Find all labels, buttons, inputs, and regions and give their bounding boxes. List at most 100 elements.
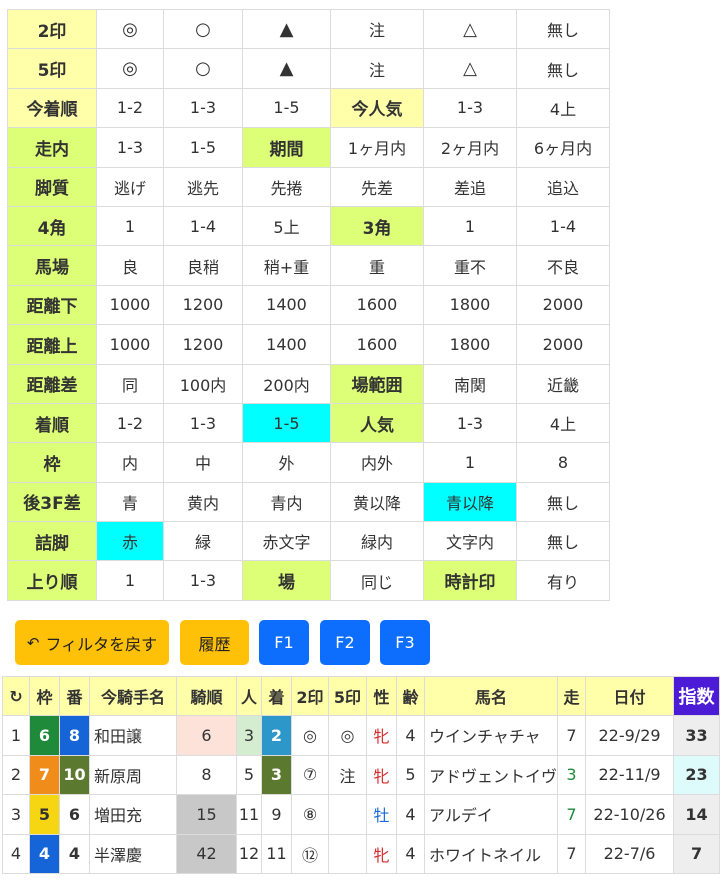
column-header[interactable]: 枠 (29, 676, 60, 716)
filter-option[interactable]: 逃先 (163, 166, 243, 207)
filter-option[interactable]: 1 (423, 205, 517, 247)
filter-option[interactable]: 1-3 (96, 127, 164, 168)
filter-option-selected[interactable]: 1-5 (242, 402, 331, 444)
filter-option[interactable]: 1-3 (163, 87, 243, 129)
filter-option[interactable]: 同 (96, 363, 164, 404)
filter-option[interactable]: 1000 (96, 324, 164, 365)
filter-option[interactable]: 良 (96, 245, 164, 286)
filter-option[interactable]: 良稍 (163, 245, 243, 286)
filter-option[interactable]: 5上 (242, 205, 331, 247)
filter-option[interactable]: △ (423, 8, 517, 50)
filter-option[interactable]: 1 (96, 560, 164, 601)
filter-option[interactable]: 2000 (516, 324, 610, 365)
column-header[interactable]: 騎順 (176, 676, 237, 716)
filter-option[interactable]: 1400 (242, 284, 331, 326)
filter-option[interactable]: 200内 (242, 363, 331, 404)
column-header[interactable]: 馬名 (423, 676, 559, 716)
table-row[interactable]: 1 6 8 和田譲 6 3 2 ◎ ◎ 牝 4 ウインチャチャ 7 22-9/29 33 (2, 715, 721, 756)
filter-option[interactable]: 1-3 (163, 402, 243, 444)
filter-option[interactable]: 有り (516, 560, 610, 601)
filter-option[interactable]: 無し (516, 8, 610, 50)
filter-option[interactable]: 1-3 (163, 560, 243, 601)
filter-option[interactable]: 無し (516, 481, 610, 523)
filter-option[interactable]: ▲ (242, 48, 331, 89)
column-header[interactable]: 2印 (291, 676, 329, 716)
filter-option[interactable]: 1600 (330, 284, 424, 326)
filter-option[interactable]: 無し (516, 521, 610, 562)
filter-option[interactable]: 緑内 (330, 521, 424, 562)
column-header[interactable]: 5印 (328, 676, 367, 716)
filter-option[interactable]: ◎ (96, 8, 164, 50)
filter-option[interactable]: ◎ (96, 48, 164, 89)
filter-option[interactable]: 1200 (163, 284, 243, 326)
column-header[interactable]: 指数 (673, 676, 721, 716)
filter-option[interactable]: 1600 (330, 324, 424, 365)
filter-option[interactable]: 1-3 (423, 402, 517, 444)
filter-option[interactable]: 内 (96, 442, 164, 483)
filter-option[interactable]: ○ (163, 8, 243, 50)
column-header[interactable]: 着 (261, 676, 292, 716)
column-header[interactable]: 日付 (585, 676, 675, 716)
filter-option[interactable]: 近畿 (516, 363, 610, 404)
filter-option[interactable]: 4上 (516, 87, 610, 129)
filter-option[interactable]: 2000 (516, 284, 610, 326)
filter-option[interactable]: 稍+重 (242, 245, 331, 286)
filter-option[interactable]: 8 (516, 442, 610, 483)
filter-option[interactable]: 青 (96, 481, 164, 523)
filter-option[interactable]: 2ヶ月内 (423, 127, 517, 168)
column-header[interactable]: 齢 (396, 676, 425, 716)
filter-option[interactable]: ▲ (242, 8, 331, 50)
filter-option[interactable]: 不良 (516, 245, 610, 286)
table-row[interactable]: 3 5 6 増田充 15 11 9 ⑧ 牡 4 アルデイ 7 22-10/26 14 (2, 794, 721, 835)
filter-option[interactable]: 注 (330, 8, 424, 50)
filter-option[interactable]: 1-3 (423, 87, 517, 129)
filter-option[interactable]: 1ヶ月内 (330, 127, 424, 168)
filter-option[interactable]: 中 (163, 442, 243, 483)
filter-option[interactable]: 1800 (423, 284, 517, 326)
filter-option[interactable]: 先捲 (242, 166, 331, 207)
filter-option[interactable]: 注 (330, 48, 424, 89)
filter-option[interactable]: 外 (242, 442, 331, 483)
filter-option[interactable]: 1-4 (516, 205, 610, 247)
filter-option[interactable]: 1 (96, 205, 164, 247)
filter-option[interactable]: 青内 (242, 481, 331, 523)
table-row[interactable]: 2 7 10 新原周 8 5 3 ⑦ 注牝 5 アドヴェントイヴ 3 22-11/9 23 (2, 754, 721, 795)
column-header[interactable]: 走 (557, 676, 587, 716)
filter-option[interactable]: 差追 (423, 166, 517, 207)
filter-option[interactable]: 1400 (242, 324, 331, 365)
column-header[interactable]: 今騎手名 (89, 676, 177, 716)
filter-option[interactable]: ○ (163, 48, 243, 89)
filter-option[interactable]: 文字内 (423, 521, 517, 562)
history-button[interactable]: 履歴 (180, 620, 249, 665)
filter-option[interactable]: 追込 (516, 166, 610, 207)
column-header[interactable]: 人 (236, 676, 262, 716)
filter-option[interactable]: 1-2 (96, 87, 164, 129)
filter-option[interactable]: 1000 (96, 284, 164, 326)
reset-filter-button[interactable]: ↶ フィルタを戻す (15, 620, 169, 665)
f3-button[interactable]: F3 (380, 620, 430, 665)
filter-option[interactable]: 1200 (163, 324, 243, 365)
filter-option[interactable]: 同じ (330, 560, 424, 601)
filter-option[interactable]: 1-5 (163, 127, 243, 168)
table-row[interactable]: 4 4 4 半澤慶 42 12 11 ⑫ 牝 4 ホワイトネイル 7 22-7/6 7 (2, 833, 721, 874)
filter-option[interactable]: 4上 (516, 402, 610, 444)
filter-option[interactable]: 1800 (423, 324, 517, 365)
filter-option[interactable]: 100内 (163, 363, 243, 404)
filter-option[interactable]: 重 (330, 245, 424, 286)
filter-option[interactable]: 1-5 (242, 87, 331, 129)
reload-icon[interactable]: ↻ (2, 676, 30, 716)
column-header[interactable]: 番 (59, 676, 90, 716)
filter-option-selected[interactable]: 青以降 (423, 481, 517, 523)
filter-option[interactable]: 1-2 (96, 402, 164, 444)
f1-button[interactable]: F1 (259, 620, 309, 665)
filter-option[interactable]: 内外 (330, 442, 424, 483)
f2-button[interactable]: F2 (320, 620, 370, 665)
filter-option[interactable]: 黄以降 (330, 481, 424, 523)
filter-option[interactable]: 南関 (423, 363, 517, 404)
filter-option[interactable]: 6ヶ月内 (516, 127, 610, 168)
filter-option[interactable]: 黄内 (163, 481, 243, 523)
filter-option[interactable]: 無し (516, 48, 610, 89)
filter-option[interactable]: 1-4 (163, 205, 243, 247)
filter-option[interactable]: △ (423, 48, 517, 89)
filter-option[interactable]: 先差 (330, 166, 424, 207)
